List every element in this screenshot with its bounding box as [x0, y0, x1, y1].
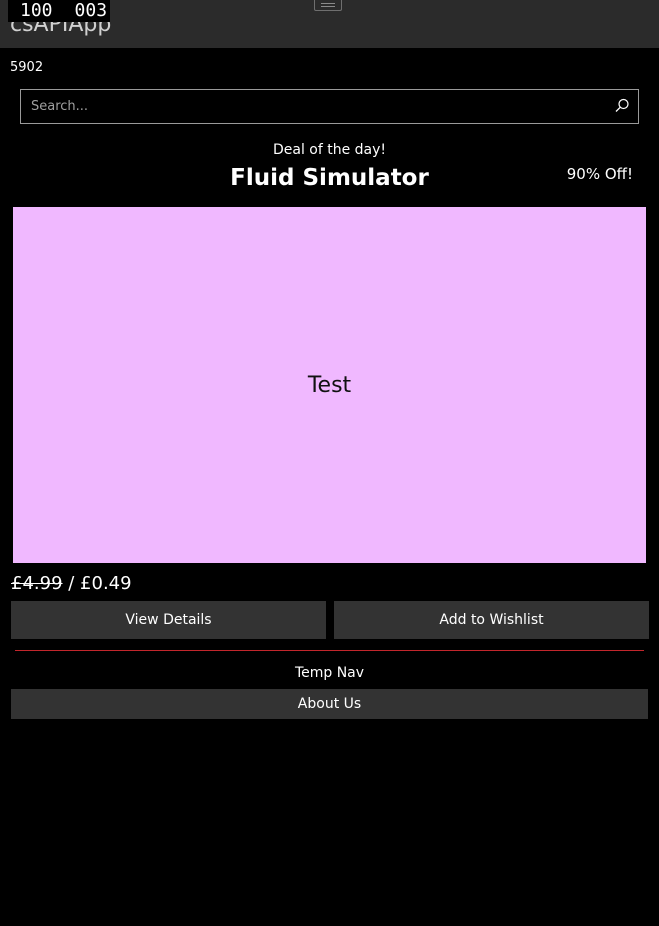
title-bar[interactable]: csAPIApp 100 003 — [0, 0, 659, 48]
frame-time-value: 003 — [74, 0, 108, 21]
frame-rate-value: 100 — [20, 0, 53, 21]
drag-handle-icon[interactable] — [314, 0, 342, 11]
divider — [15, 650, 644, 651]
deal-of-the-day-heading: Deal of the day! — [272, 142, 387, 158]
price-separator: / — [62, 573, 81, 594]
price-line: £4.99 / £0.49 — [11, 572, 132, 596]
frame-rate-counter: 100 003 — [8, 0, 111, 22]
search-input[interactable] — [21, 90, 606, 123]
add-to-wishlist-button[interactable]: Add to Wishlist — [334, 601, 649, 639]
counter-text: 5902 — [10, 60, 44, 75]
about-us-button[interactable]: About Us — [11, 689, 648, 719]
search-box[interactable] — [20, 89, 639, 124]
view-details-button[interactable]: View Details — [11, 601, 326, 639]
product-title: Fluid Simulator — [230, 165, 429, 191]
sale-price: £0.49 — [80, 573, 132, 594]
product-image[interactable]: Test — [13, 207, 646, 563]
search-icon[interactable] — [612, 96, 632, 116]
temp-nav-heading: Temp Nav — [294, 665, 365, 681]
app-window: csAPIApp 100003 5902 Deal of the day! Fl… — [0, 0, 659, 926]
discount-badge: 90% Off! — [566, 165, 633, 183]
original-price: £4.99 — [11, 573, 63, 594]
product-image-label: Test — [307, 372, 352, 398]
